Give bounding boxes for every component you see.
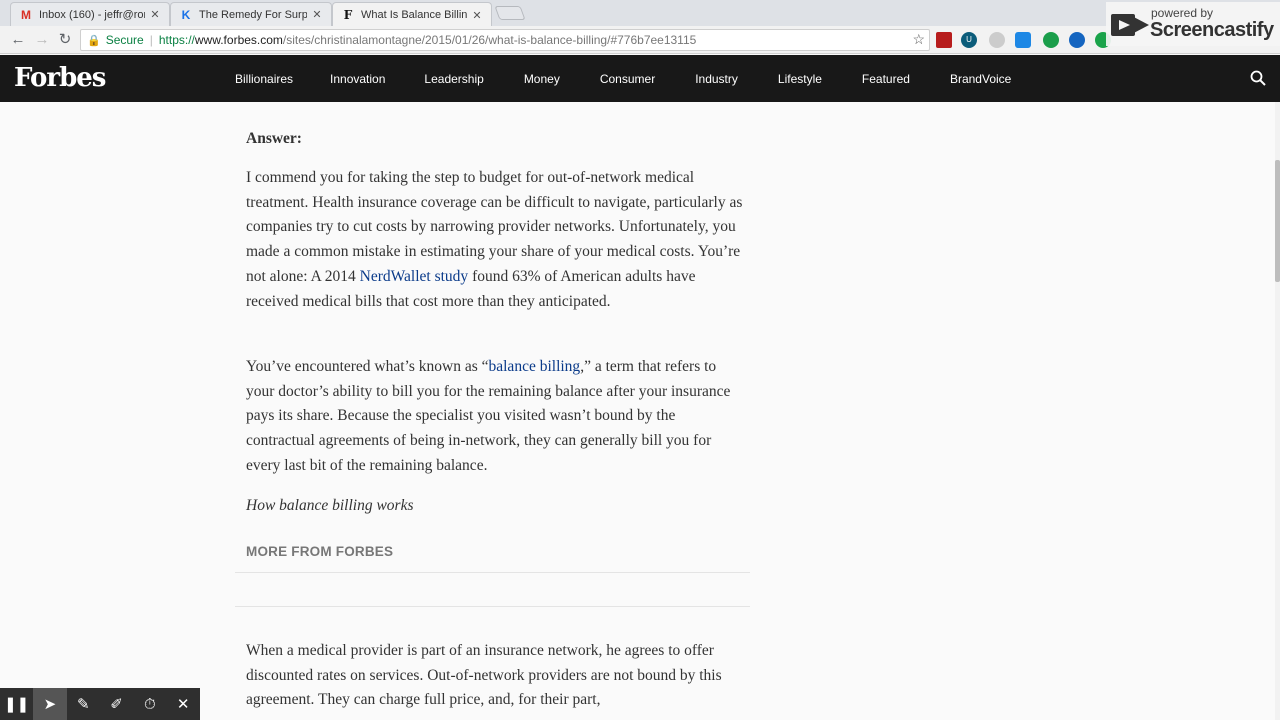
tab-title: The Remedy For Surprise — [199, 8, 307, 21]
article-paragraph: I commend you for taking the step to bud… — [246, 169, 743, 310]
url-host: www.forbes.com — [194, 33, 283, 47]
divider — [235, 572, 750, 573]
bookmark-star-icon[interactable]: ☆ — [912, 31, 925, 48]
tab-title: What Is Balance Billing? — [361, 9, 467, 21]
forbes-menu: Billionaires Innovation Leadership Money… — [235, 55, 1011, 102]
nav-billionaires[interactable]: Billionaires — [235, 72, 293, 86]
recording-toolbar: ❚❚ ➤ ✎ ✐ ⏱ ✕ — [0, 688, 200, 720]
nav-industry[interactable]: Industry — [695, 72, 738, 86]
nav-brandvoice[interactable]: BrandVoice — [950, 72, 1011, 86]
balance-billing-link[interactable]: balance billing — [489, 358, 581, 375]
section-subheading: How balance billing works — [246, 497, 414, 514]
close-icon[interactable]: ✕ — [311, 8, 323, 21]
scrollbar-thumb[interactable] — [1275, 160, 1280, 282]
divider — [235, 606, 750, 607]
pen-icon[interactable]: ✎ — [67, 688, 100, 720]
more-from-forbes-heading: MORE FROM FORBES — [246, 544, 394, 559]
tab-balance-billing[interactable]: F What Is Balance Billing? ✕ — [332, 2, 492, 27]
extension-icon[interactable] — [1043, 32, 1059, 48]
screencastify-logo-icon — [1111, 14, 1149, 36]
nav-featured[interactable]: Featured — [862, 72, 910, 86]
extension-icon[interactable] — [1015, 32, 1031, 48]
page-scrollbar[interactable] — [1275, 102, 1280, 720]
answer-heading: Answer: — [246, 130, 302, 147]
back-icon[interactable]: ← — [9, 31, 27, 49]
screencastify-watermark: powered by Screencastify — [1106, 2, 1280, 46]
tab-inbox[interactable]: M Inbox (160) - jeffr@ronst ✕ — [10, 2, 170, 26]
forbes-logo[interactable]: Forbes — [14, 63, 106, 93]
kaiser-icon: K — [181, 7, 191, 22]
close-icon[interactable]: ✕ — [149, 8, 161, 21]
screencastify-name: Screencastify — [1150, 19, 1274, 41]
url-protocol: https:// — [158, 33, 195, 47]
new-tab-button[interactable] — [494, 6, 526, 20]
close-icon[interactable]: ✕ — [471, 9, 483, 22]
extension-icon[interactable] — [989, 32, 1005, 48]
tab-remedy[interactable]: K The Remedy For Surprise ✕ — [170, 2, 332, 26]
extension-icon[interactable] — [936, 32, 952, 48]
forward-icon[interactable]: → — [33, 31, 51, 49]
tab-title: Inbox (160) - jeffr@ronst — [39, 8, 145, 21]
nav-leadership[interactable]: Leadership — [424, 72, 483, 86]
close-icon[interactable]: ✕ — [166, 688, 199, 720]
gmail-icon: M — [21, 7, 31, 22]
lock-icon: 🔒 — [87, 34, 101, 47]
secure-label: Secure — [105, 33, 144, 47]
article-paragraph: When a medical provider is part of an in… — [246, 642, 722, 709]
address-bar[interactable]: 🔒 Secure | https://www.forbes.com/sites/… — [80, 29, 930, 51]
powered-by-label: powered by — [1151, 6, 1214, 20]
article-paragraph: You’ve encountered what’s known as “bala… — [246, 358, 731, 474]
reload-icon[interactable]: ↻ — [56, 31, 74, 49]
search-icon[interactable] — [1250, 70, 1266, 86]
extension-icon[interactable]: U — [961, 32, 977, 48]
cursor-icon[interactable]: ➤ — [33, 688, 67, 720]
eraser-icon[interactable]: ✐ — [100, 688, 133, 720]
timer-icon[interactable]: ⏱ — [133, 688, 166, 720]
forbes-header: Forbes Billionaires Innovation Leadershi… — [0, 55, 1280, 102]
nerdwallet-study-link[interactable]: NerdWallet study — [360, 268, 469, 285]
browser-toolbar: ← → ↻ 🔒 Secure | https://www.forbes.com /… — [0, 26, 1280, 54]
nav-lifestyle[interactable]: Lifestyle — [778, 72, 822, 86]
nav-innovation[interactable]: Innovation — [330, 72, 385, 86]
url-path: /sites/christinalamontagne/2015/01/26/wh… — [282, 33, 697, 47]
nav-money[interactable]: Money — [524, 72, 560, 86]
divider: | — [149, 33, 153, 47]
extension-icon[interactable] — [1069, 32, 1085, 48]
tab-strip: M Inbox (160) - jeffr@ronst ✕ K The Reme… — [0, 0, 1280, 27]
pause-icon[interactable]: ❚❚ — [0, 688, 33, 720]
forbes-favicon-icon: F — [343, 8, 353, 22]
nav-consumer[interactable]: Consumer — [600, 72, 655, 86]
